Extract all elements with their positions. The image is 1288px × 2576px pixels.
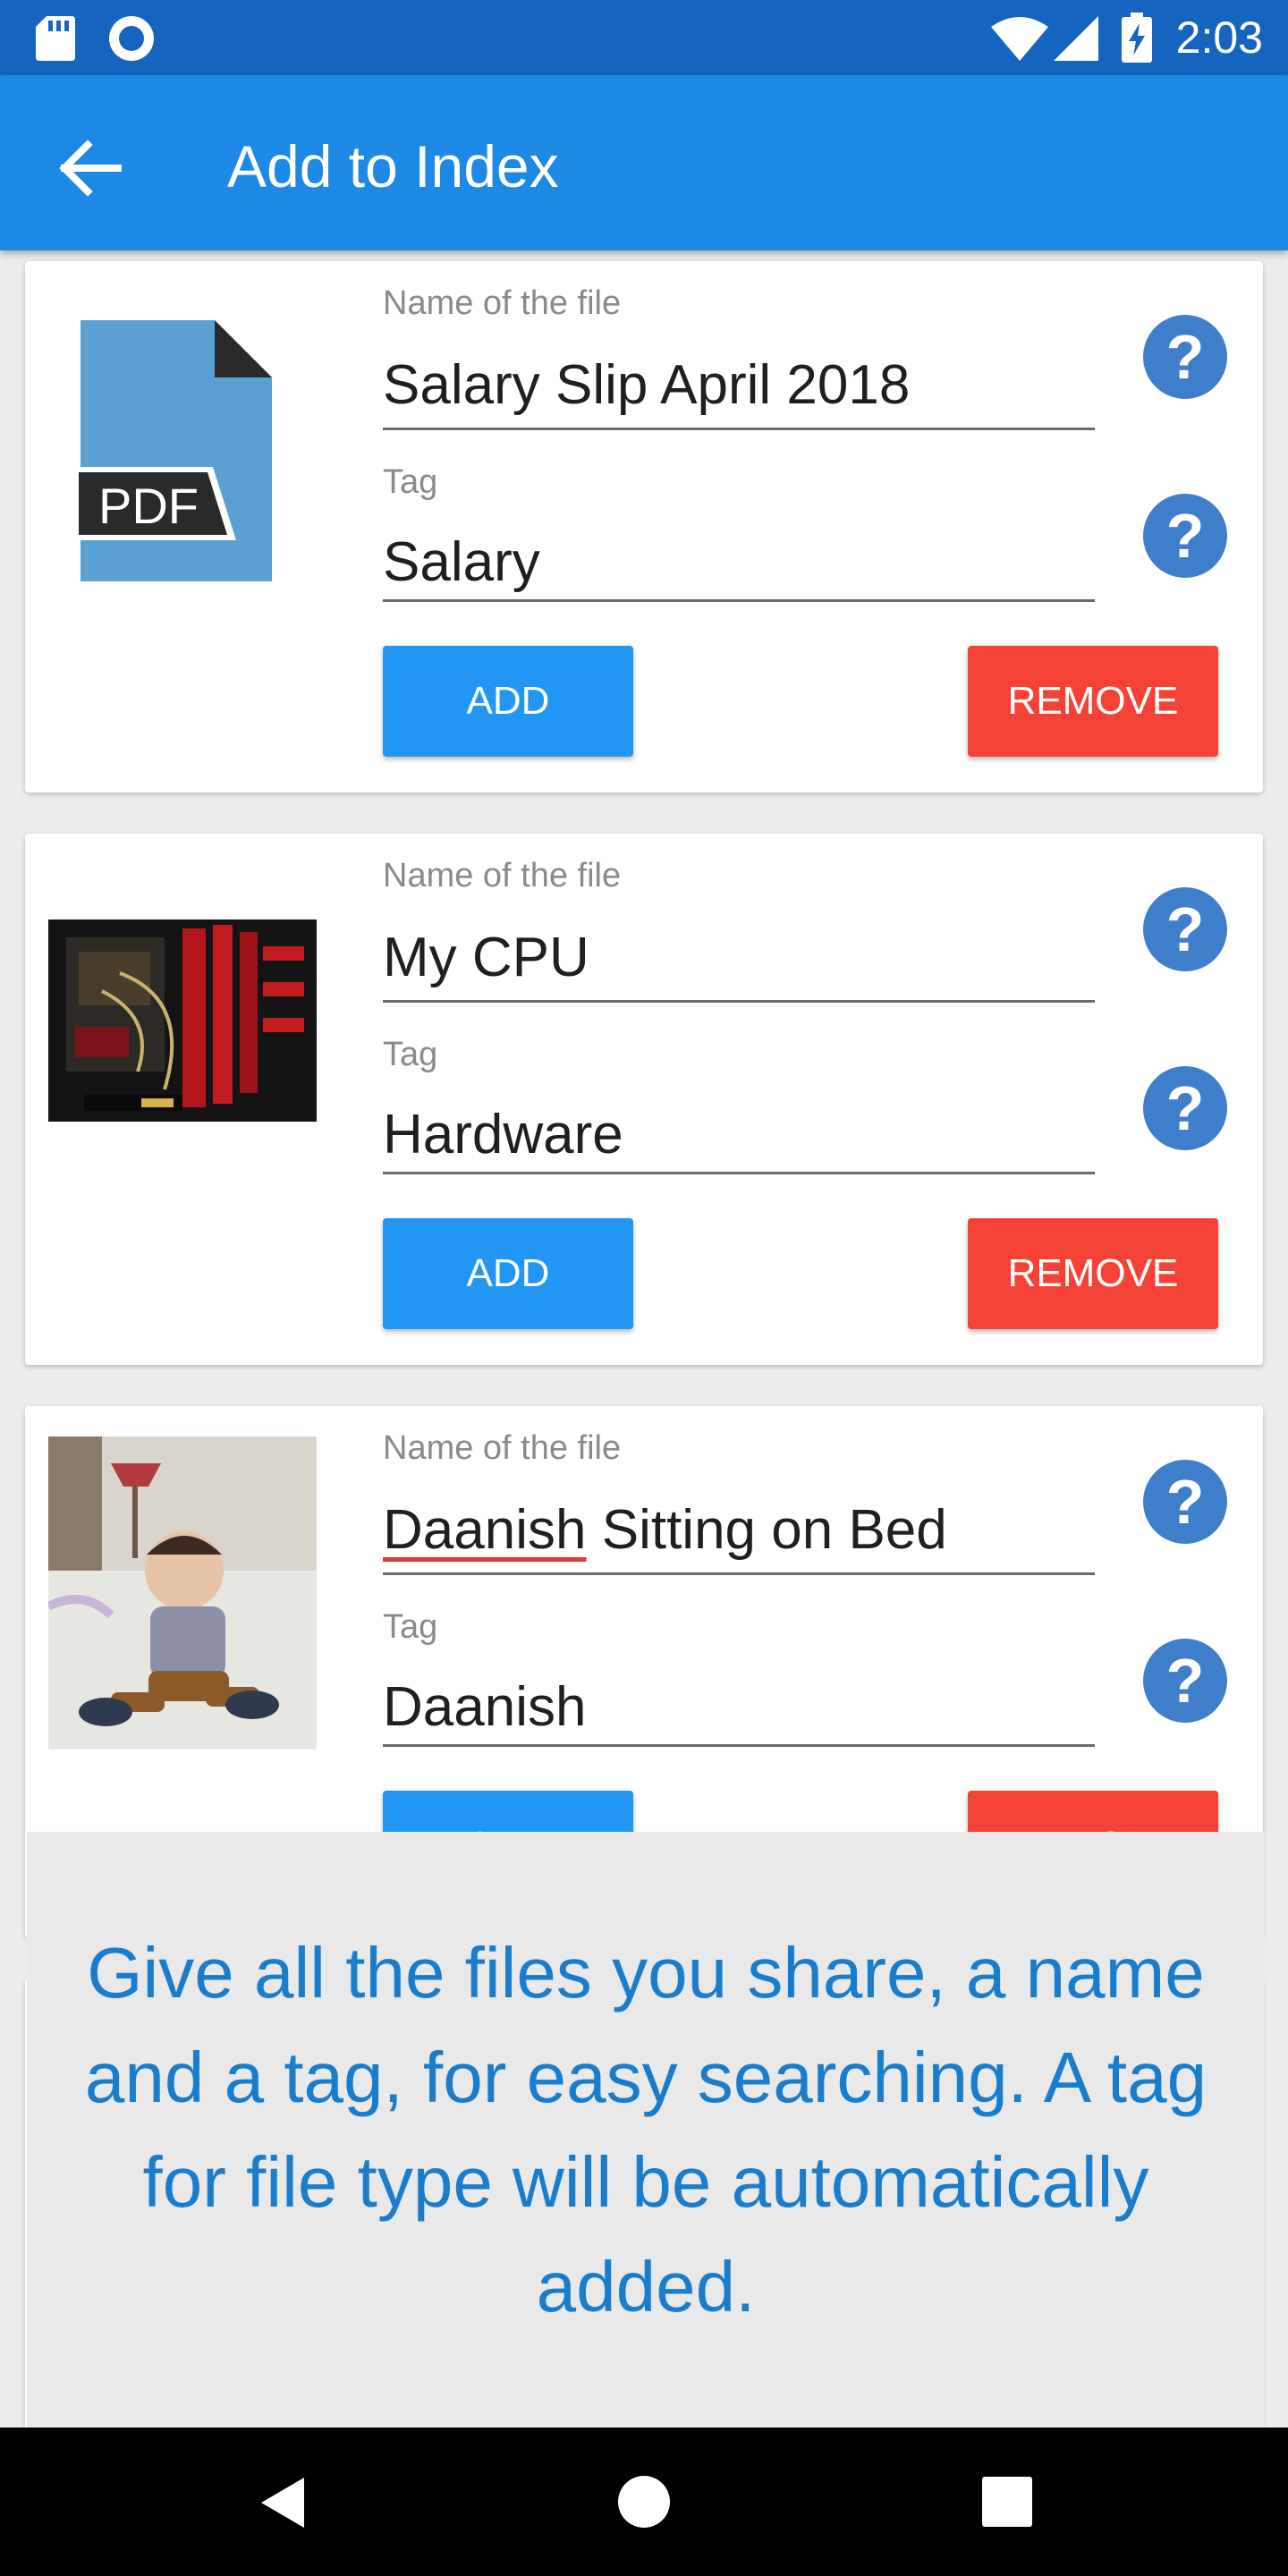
remove-button[interactable]: REMOVE	[968, 1218, 1218, 1329]
tag-underline	[383, 1172, 1095, 1174]
tag-help-icon[interactable]: ?	[1143, 1066, 1227, 1150]
pdf-file-icon: PDF	[70, 318, 275, 583]
name-input[interactable]: My CPU	[383, 925, 1095, 991]
name-input[interactable]: Salary Slip April 2018	[383, 352, 1095, 419]
tag-input[interactable]: Daanish	[383, 1674, 1095, 1741]
tooltip-text: Give all the files you share, a name and…	[84, 1933, 1208, 2326]
battery-charging-icon	[1122, 13, 1152, 63]
name-help-icon[interactable]: ?	[1143, 315, 1227, 399]
misspelled-word: Daanish	[383, 1499, 587, 1561]
baby-photo	[46, 1436, 317, 1750]
add-button[interactable]: ADD	[383, 646, 633, 757]
arrow-back-icon[interactable]	[47, 125, 132, 211]
tag-help-icon[interactable]: ?	[1143, 1639, 1227, 1723]
tag-label: Tag	[383, 463, 438, 501]
tag-label: Tag	[383, 1608, 438, 1646]
cpu-photo	[48, 919, 317, 1122]
name-help-icon[interactable]: ?	[1143, 887, 1227, 971]
tag-underline	[383, 1744, 1095, 1747]
nav-recents-icon[interactable]	[982, 2477, 1032, 2527]
name-label: Name of the file	[383, 1429, 622, 1467]
page-title: Add to Index	[227, 133, 559, 199]
record-icon	[109, 16, 154, 61]
navigation-bar	[0, 2428, 1288, 2576]
nav-home-icon[interactable]	[616, 2474, 672, 2529]
remove-button[interactable]: REMOVE	[968, 646, 1218, 757]
sd-card-icon	[36, 16, 75, 61]
app-bar: Add to Index	[0, 75, 1288, 250]
pdf-badge-text: PDF	[98, 478, 199, 534]
wifi-icon	[991, 17, 1048, 61]
file-card: Name of the file My CPU Tag Hardware ? ?…	[25, 834, 1263, 1365]
tag-help-icon[interactable]: ?	[1143, 494, 1227, 578]
status-bar: 2:03	[0, 0, 1288, 75]
signal-icon	[1054, 16, 1098, 61]
name-label: Name of the file	[383, 857, 622, 894]
tooltip[interactable]: Give all the files you share, a name and…	[27, 1832, 1265, 2428]
nav-back-icon[interactable]	[258, 2474, 311, 2531]
name-label: Name of the file	[383, 284, 622, 322]
add-button[interactable]: ADD	[383, 1218, 633, 1329]
name-underline	[383, 1572, 1095, 1575]
tag-input[interactable]: Salary	[383, 530, 1095, 596]
name-help-icon[interactable]: ?	[1143, 1460, 1227, 1544]
name-underline	[383, 428, 1095, 430]
tag-label: Tag	[383, 1036, 438, 1073]
file-card: PDF Name of the file Salary Slip April 2…	[25, 261, 1263, 792]
name-underline	[383, 1000, 1095, 1003]
tag-underline	[383, 599, 1095, 602]
status-time: 2:03	[1175, 13, 1263, 63]
name-input[interactable]: Daanish Sitting on Bed	[383, 1497, 1095, 1563]
name-input-rest: Sitting on Bed	[586, 1499, 947, 1561]
tag-input[interactable]: Hardware	[383, 1102, 1095, 1168]
